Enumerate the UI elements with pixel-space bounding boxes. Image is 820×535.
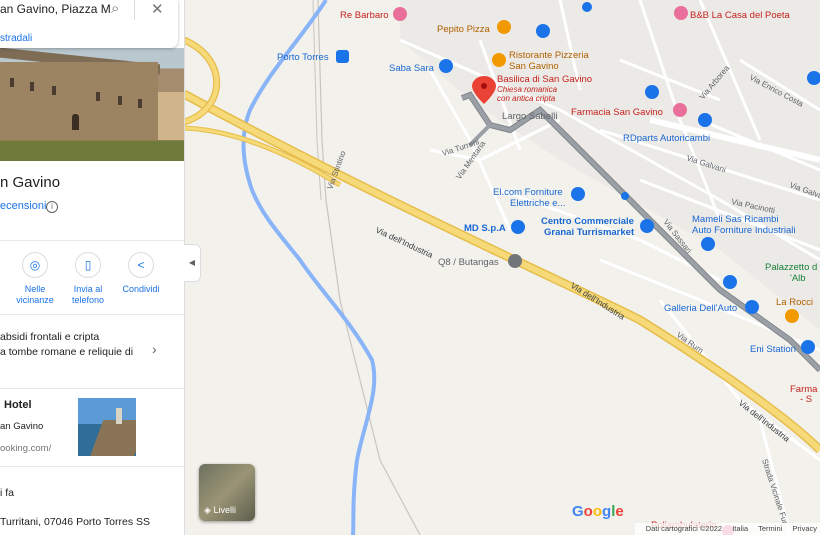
label-rdparts[interactable]: RDparts Autoricambi [623, 133, 710, 144]
phone-icon: ▯ [75, 252, 101, 278]
label-palazzetto[interactable]: Palazzetto d [765, 262, 817, 273]
label-farmacia[interactable]: Farmacia San Gavino [571, 107, 663, 118]
description-line-2: a tombe romane e reliquie di [0, 346, 134, 358]
description-line-1: absidi frontali e cripta [0, 331, 100, 343]
label-ristorante2[interactable]: San Gavino [509, 61, 559, 72]
label-mameli[interactable]: Mameli Sas Ricambi [692, 214, 779, 225]
label-basilica[interactable]: Basilica di San Gavino [497, 74, 592, 85]
send-label: Invia al [73, 284, 103, 294]
layers-label: Livelli [213, 505, 236, 515]
label-elcom2[interactable]: Elettriche e... [510, 198, 565, 209]
place-panel: n Gavino ecensioni i ◎ Nelle vicinanze ▯… [0, 0, 185, 535]
hotel-title[interactable]: Hotel [4, 399, 32, 411]
label-re-barbaro[interactable]: Re Barbaro [340, 10, 389, 21]
chevron-right-icon[interactable]: › [152, 341, 157, 357]
route-link[interactable]: stradali [0, 33, 32, 44]
collapse-panel-button[interactable]: ◀ [184, 244, 201, 282]
label-largo: Largo Sabelli [502, 111, 557, 122]
label-basilica-sub1: Chiesa romanica [497, 85, 558, 94]
label-galleria[interactable]: Galleria Dell'Auto [664, 303, 737, 314]
label-basilica-sub2: con antica cripta [497, 94, 556, 103]
divider [0, 314, 184, 315]
nearby-button[interactable]: ◎ Nelle vicinanze [9, 252, 61, 306]
time-ago: i fa [0, 487, 15, 499]
close-icon[interactable]: ✕ [151, 0, 164, 18]
label-md[interactable]: MD S.p.A [464, 223, 506, 234]
google-logo: Google [572, 503, 624, 520]
divider [0, 388, 184, 389]
label-elcom[interactable]: El.com Forniture [493, 187, 563, 198]
terms-link[interactable]: Termini [758, 524, 782, 533]
label-mameli2[interactable]: Auto Forniture Industriali [692, 225, 796, 236]
hotel-subtitle: an Gavino [0, 421, 44, 432]
label-farma2[interactable]: - S [800, 394, 812, 405]
label-rocci[interactable]: La Rocci [776, 297, 813, 308]
place-title: n Gavino [0, 174, 61, 191]
label-eni[interactable]: Eni Station [750, 344, 796, 355]
search-icon[interactable]: ⌕ [111, 0, 119, 17]
layers-button[interactable]: ◈ Livelli [199, 464, 255, 521]
label-bb[interactable]: B&B La Casa del Poeta [690, 10, 791, 21]
hotel-url[interactable]: ooking.com/ [0, 443, 51, 454]
country-label: Italia [732, 524, 749, 533]
share-icon: < [128, 252, 154, 278]
label-porto-torres[interactable]: Porto Torres [277, 52, 329, 63]
divider [0, 240, 184, 241]
divider [134, 0, 135, 20]
search-input[interactable]: an Gavino, Piazza M [0, 2, 111, 16]
label-saba-sara[interactable]: Saba Sara [389, 63, 435, 74]
share-label: Condividi [122, 284, 160, 294]
divider [0, 466, 184, 467]
privacy-link[interactable]: Privacy [792, 524, 817, 533]
place-photo[interactable] [0, 47, 184, 161]
label-palazzetto2[interactable]: 'Alb [790, 273, 806, 284]
info-icon[interactable]: i [46, 201, 58, 213]
address[interactable]: Turritani, 07046 Porto Torres SS [0, 516, 150, 528]
label-pepito[interactable]: Pepito Pizza [437, 24, 491, 35]
send-to-phone-button[interactable]: ▯ Invia al telefono [62, 252, 114, 306]
reviews-link[interactable]: ecensioni [0, 200, 46, 212]
search-box[interactable]: an Gavino, Piazza M stradali ⌕ ✕ [0, 0, 178, 48]
attribution-bar: Dati cartografici ©2022 Italia Termini P… [634, 523, 820, 535]
share-button[interactable]: < Condividi [115, 252, 167, 295]
house-shape [158, 92, 184, 140]
nearby-icon: ◎ [22, 252, 48, 278]
hotel-thumbnail[interactable] [78, 398, 136, 456]
description[interactable]: absidi frontali e cripta a tombe romane … [0, 330, 133, 360]
basilica-wall [0, 62, 158, 140]
send-label-2: telefono [71, 295, 105, 305]
map-data-label[interactable]: Dati cartografici ©2022 [646, 524, 722, 533]
label-q8[interactable]: Q8 / Butangas [438, 257, 499, 268]
label-centro2[interactable]: Granai Turrismarket [544, 227, 635, 238]
label-ristorante[interactable]: Ristorante Pizzeria [509, 50, 589, 61]
nearby-label: Nelle [24, 284, 46, 294]
layers-icon: ◈ [204, 505, 211, 515]
nearby-label-2: vicinanze [16, 295, 54, 305]
label-centro[interactable]: Centro Commerciale [541, 216, 634, 227]
